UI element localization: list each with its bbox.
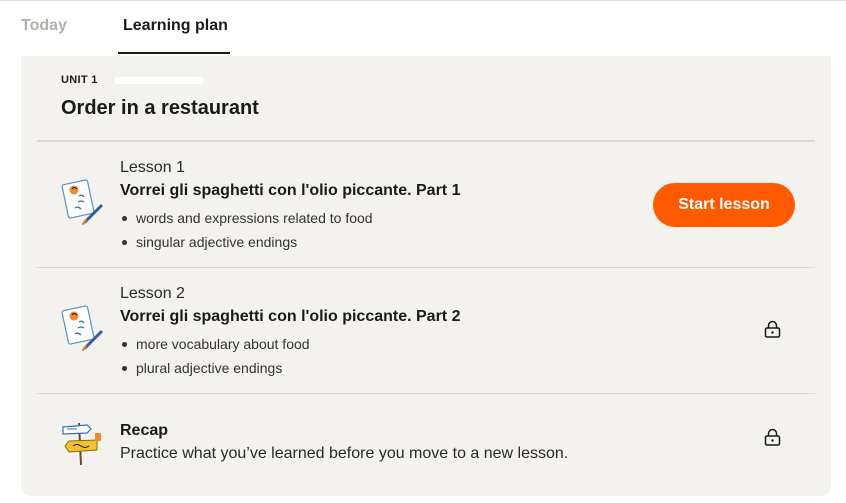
unit-panel: UNIT 1 Order in a restaurant Lesson 1 Vo… (21, 56, 831, 496)
lesson-title: Vorrei gli spaghetti con l'olio piccante… (120, 308, 461, 325)
recap-description: Practice what you’ve learned before you … (120, 445, 569, 462)
lesson-number: Lesson 2 (120, 285, 185, 302)
lesson-topic: plural adjective endings (120, 356, 460, 380)
lesson-number: Lesson 1 (120, 159, 185, 176)
lesson-text: Lesson 1 Vorrei gli spaghetti con l'olio… (120, 158, 460, 254)
divider (37, 140, 815, 142)
lesson-topics: words and expressions related to food si… (120, 206, 460, 254)
lesson-text: Lesson 2 Vorrei gli spaghetti con l'olio… (120, 284, 460, 380)
notepad-pencil-icon (61, 179, 103, 225)
lesson-topic: singular adjective endings (120, 230, 460, 254)
divider (37, 393, 815, 394)
tab-today[interactable]: Today (21, 17, 67, 35)
tab-bar: Today Learning plan (0, 0, 846, 56)
lesson-topics: more vocabulary about food plural adject… (120, 332, 460, 380)
recap-text: Recap Practice what you’ve learned befor… (120, 421, 568, 465)
divider (37, 267, 815, 268)
lock-icon (764, 428, 781, 446)
tab-learning-plan[interactable]: Learning plan (123, 17, 228, 35)
unit-title: Order in a restaurant (61, 97, 259, 119)
lock-icon (764, 320, 781, 338)
lesson-item[interactable]: Lesson 2 Vorrei gli spaghetti con l'olio… (37, 284, 815, 392)
signpost-icon (62, 422, 101, 466)
recap-title: Recap (120, 422, 169, 439)
lesson-title: Vorrei gli spaghetti con l'olio piccante… (120, 182, 461, 199)
notepad-pencil-icon (61, 305, 103, 351)
start-lesson-button[interactable]: Start lesson (653, 183, 795, 227)
unit-label: UNIT 1 (61, 74, 98, 86)
active-tab-indicator (118, 52, 230, 54)
lesson-item[interactable]: Lesson 1 Vorrei gli spaghetti con l'olio… (37, 158, 815, 266)
lesson-topic: more vocabulary about food (120, 332, 460, 356)
unit-progress-bar (114, 77, 204, 84)
recap-item[interactable]: Recap Practice what you’ve learned befor… (37, 409, 815, 489)
lesson-topic: words and expressions related to food (120, 206, 460, 230)
